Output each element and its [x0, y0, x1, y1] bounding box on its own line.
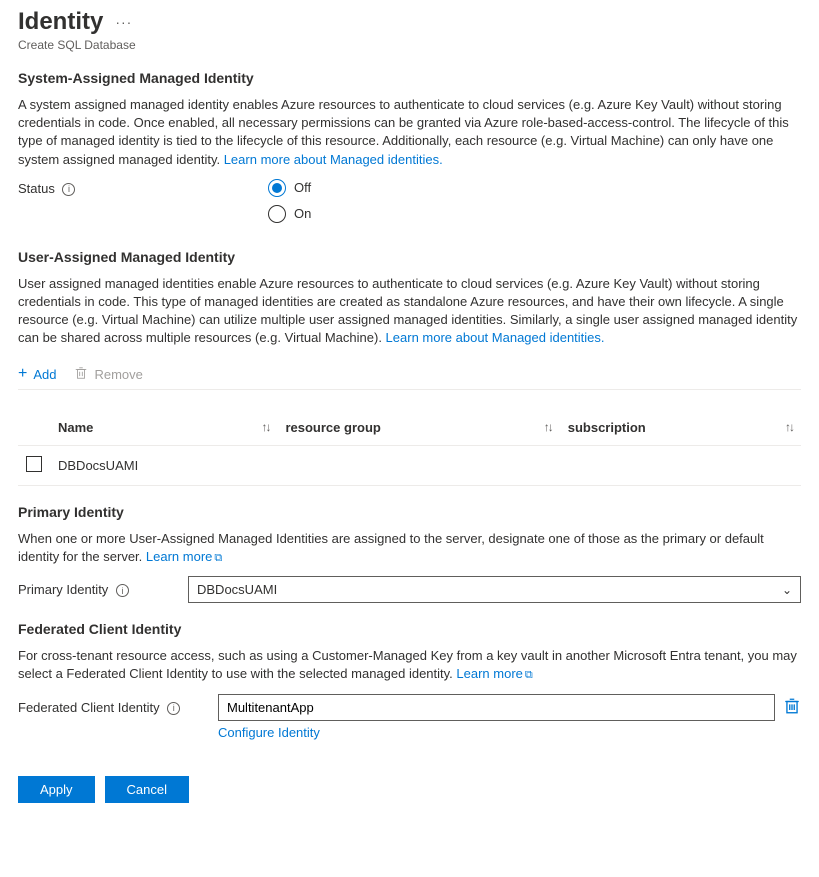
table-row[interactable]: DBDocsUAMI — [18, 445, 801, 485]
identity-table: Name↑↓ resource group↑↓ subscription↑↓ D… — [18, 410, 801, 486]
info-icon[interactable]: i — [62, 183, 75, 196]
sort-icon[interactable]: ↑↓ — [261, 420, 269, 434]
primary-identity-select[interactable]: DBDocsUAMI ⌄ — [188, 576, 801, 603]
plus-icon: + — [18, 366, 27, 382]
cancel-button[interactable]: Cancel — [105, 776, 189, 803]
system-assigned-heading: System-Assigned Managed Identity — [18, 70, 801, 86]
primary-identity-heading: Primary Identity — [18, 504, 801, 520]
status-on-label: On — [294, 206, 311, 221]
status-label: Status — [18, 181, 55, 196]
primary-learn-more-link[interactable]: Learn more⧉ — [146, 549, 222, 564]
federated-heading: Federated Client Identity — [18, 621, 801, 637]
breadcrumb: Create SQL Database — [18, 38, 801, 52]
federated-desc: For cross-tenant resource access, such a… — [18, 647, 801, 684]
row-checkbox[interactable] — [26, 456, 42, 472]
external-link-icon: ⧉ — [214, 552, 222, 564]
more-icon[interactable]: ··· — [115, 14, 132, 30]
add-button[interactable]: + Add — [18, 366, 56, 383]
page-title: Identity — [18, 8, 103, 36]
info-icon[interactable]: i — [116, 584, 129, 597]
federated-input[interactable] — [218, 694, 775, 721]
row-sub — [560, 445, 801, 485]
primary-identity-label: Primary Identity — [18, 582, 108, 597]
user-assigned-learn-more-link[interactable]: Learn more about Managed identities. — [386, 330, 605, 345]
apply-button[interactable]: Apply — [18, 776, 95, 803]
configure-identity-link[interactable]: Configure Identity — [218, 725, 320, 740]
col-sub[interactable]: subscription↑↓ — [560, 410, 801, 446]
row-name: DBDocsUAMI — [50, 445, 277, 485]
external-link-icon: ⧉ — [525, 669, 533, 681]
sort-icon[interactable]: ↑↓ — [785, 420, 793, 434]
system-assigned-desc: A system assigned managed identity enabl… — [18, 96, 801, 169]
user-assigned-desc: User assigned managed identities enable … — [18, 275, 801, 348]
col-rg[interactable]: resource group↑↓ — [277, 410, 559, 446]
federated-learn-more-link[interactable]: Learn more⧉ — [456, 666, 532, 681]
chevron-down-icon: ⌄ — [782, 583, 792, 597]
remove-button[interactable]: Remove — [74, 366, 142, 383]
row-rg — [277, 445, 559, 485]
sort-icon[interactable]: ↑↓ — [544, 420, 552, 434]
info-icon[interactable]: i — [167, 702, 180, 715]
col-name[interactable]: Name↑↓ — [50, 410, 277, 446]
status-radio-on[interactable]: On — [268, 205, 801, 223]
status-radio-off[interactable]: Off — [268, 179, 801, 197]
user-assigned-heading: User-Assigned Managed Identity — [18, 249, 801, 265]
primary-identity-desc: When one or more User-Assigned Managed I… — [18, 530, 801, 567]
status-off-label: Off — [294, 180, 311, 195]
trash-icon — [74, 366, 88, 383]
delete-icon[interactable] — [783, 697, 801, 718]
system-assigned-learn-more-link[interactable]: Learn more about Managed identities. — [224, 152, 443, 167]
federated-label: Federated Client Identity — [18, 700, 160, 715]
